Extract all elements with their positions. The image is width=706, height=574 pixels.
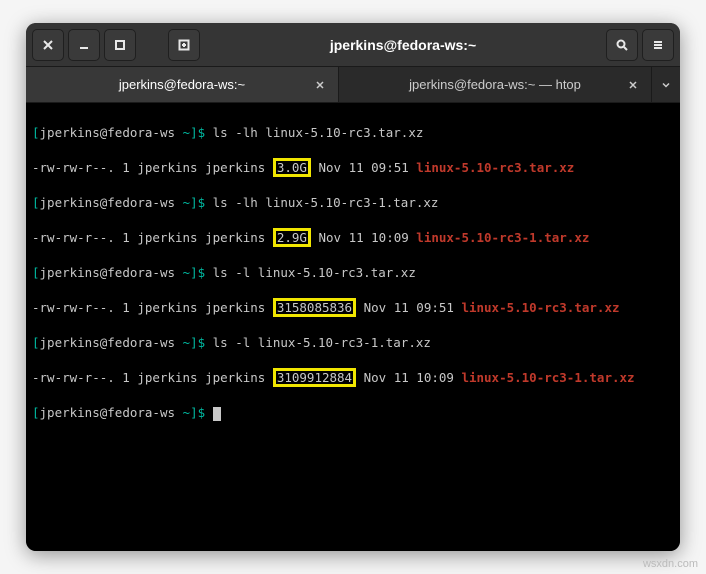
highlighted-size: 3.0G (273, 158, 311, 177)
close-icon[interactable] (625, 77, 641, 93)
terminal-line: [jperkins@fedora-ws ~]$ ls -l linux-5.10… (32, 334, 674, 351)
tab-label: jperkins@fedora-ws:~ — htop (409, 77, 581, 92)
terminal-content[interactable]: [jperkins@fedora-ws ~]$ ls -lh linux-5.1… (26, 103, 680, 551)
tab-label: jperkins@fedora-ws:~ (119, 77, 245, 92)
terminal-window: jperkins@fedora-ws:~ jperkins@fedora-ws:… (26, 23, 680, 551)
terminal-line: [jperkins@fedora-ws ~]$ ls -l linux-5.10… (32, 264, 674, 281)
highlighted-size: 3109912884 (273, 368, 356, 387)
terminal-line: [jperkins@fedora-ws ~]$ ls -lh linux-5.1… (32, 194, 674, 211)
terminal-line: -rw-rw-r--. 1 jperkins jperkins 2.9G Nov… (32, 228, 674, 247)
terminal-line: [jperkins@fedora-ws ~]$ ls -lh linux-5.1… (32, 124, 674, 141)
highlighted-size: 2.9G (273, 228, 311, 247)
menu-button[interactable] (642, 29, 674, 61)
tab-bar: jperkins@fedora-ws:~ jperkins@fedora-ws:… (26, 67, 680, 103)
tab-1[interactable]: jperkins@fedora-ws:~ (26, 67, 339, 102)
terminal-line: [jperkins@fedora-ws ~]$ (32, 404, 674, 421)
watermark: wsxdn.com (643, 558, 698, 570)
minimize-button[interactable] (68, 29, 100, 61)
titlebar: jperkins@fedora-ws:~ (26, 23, 680, 67)
window-title: jperkins@fedora-ws:~ (204, 37, 602, 53)
terminal-line: -rw-rw-r--. 1 jperkins jperkins 31099128… (32, 368, 674, 387)
close-button[interactable] (32, 29, 64, 61)
new-tab-button[interactable] (168, 29, 200, 61)
tab-dropdown-button[interactable] (652, 67, 680, 102)
terminal-line: -rw-rw-r--. 1 jperkins jperkins 3.0G Nov… (32, 158, 674, 177)
cursor (213, 407, 221, 421)
highlighted-size: 3158085836 (273, 298, 356, 317)
maximize-button[interactable] (104, 29, 136, 61)
tab-2[interactable]: jperkins@fedora-ws:~ — htop (339, 67, 652, 102)
search-button[interactable] (606, 29, 638, 61)
close-icon[interactable] (312, 77, 328, 93)
terminal-line: -rw-rw-r--. 1 jperkins jperkins 31580858… (32, 298, 674, 317)
